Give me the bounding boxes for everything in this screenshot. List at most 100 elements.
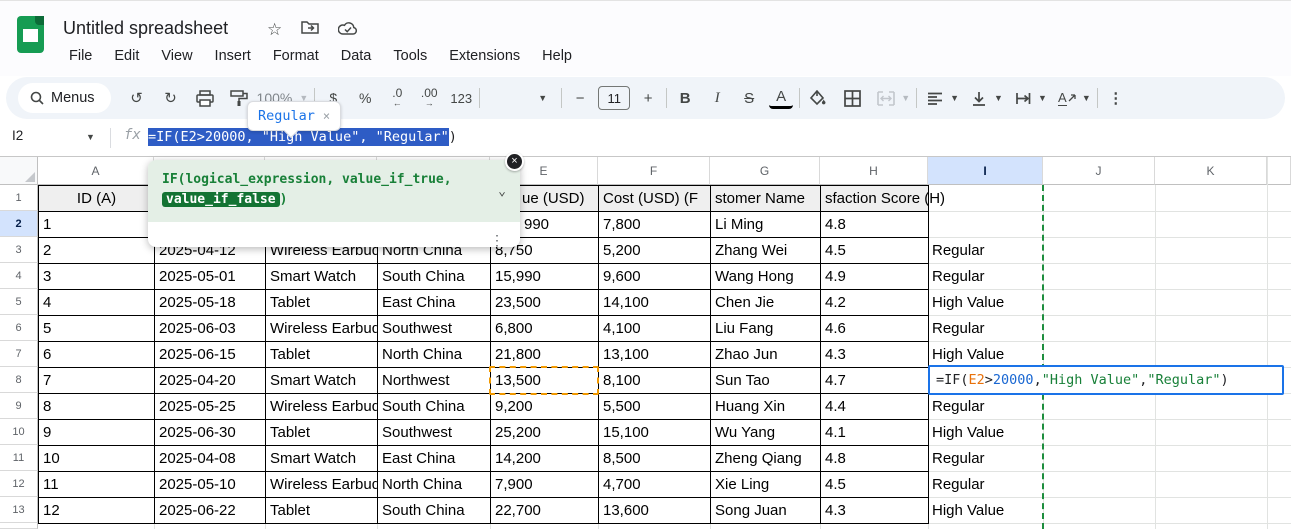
cell-I9[interactable]: Regular [928, 393, 1043, 419]
cell-B4[interactable]: 2025-05-01 [154, 263, 266, 290]
vertical-align-caret-icon[interactable]: ▼ [994, 93, 1003, 103]
strikethrough-button[interactable]: S [737, 85, 761, 111]
cell-C10[interactable]: Tablet [265, 419, 378, 446]
cell-H11[interactable]: 4.8 [820, 445, 929, 472]
column-header-A[interactable]: A [38, 157, 154, 185]
cell-E5[interactable]: 23,500 [490, 289, 599, 316]
cell-C6[interactable]: Wireless Earbuds [265, 315, 378, 342]
menu-insert[interactable]: Insert [204, 45, 262, 71]
token-chip-close-icon[interactable]: × [323, 109, 330, 123]
merge-cells-button[interactable] [874, 85, 898, 111]
cell-D10[interactable]: Southwest [377, 419, 491, 446]
cell-G1[interactable]: stomer Name [710, 185, 821, 212]
cell-A1[interactable]: ID (A) [38, 185, 155, 212]
menu-tools[interactable]: Tools [382, 45, 438, 71]
cell-B11[interactable]: 2025-04-08 [154, 445, 266, 472]
row-header-10[interactable]: 10 [0, 419, 38, 445]
increase-font-size-button[interactable]: + [636, 85, 660, 111]
cell-G7[interactable]: Zhao Jun [710, 341, 821, 368]
chevron-down-icon[interactable]: ⌄ [498, 182, 506, 202]
cell-I12[interactable]: Regular [928, 471, 1043, 497]
cell-H9[interactable]: 4.4 [820, 393, 929, 420]
cell-A3[interactable]: 2 [38, 237, 155, 264]
column-header-F[interactable]: F [598, 157, 710, 185]
cell-H5[interactable]: 4.2 [820, 289, 929, 316]
column-header-H[interactable]: H [820, 157, 928, 185]
cell-I13[interactable]: High Value [928, 497, 1043, 523]
cell-E12[interactable]: 7,900 [490, 471, 599, 498]
menu-file[interactable]: File [58, 45, 103, 71]
cell-I3[interactable]: Regular [928, 237, 1043, 263]
cell-A13[interactable]: 12 [38, 497, 155, 524]
name-box-caret-icon[interactable]: ▼ [86, 132, 95, 142]
menu-view[interactable]: View [150, 45, 203, 71]
cell-G5[interactable]: Chen Jie [710, 289, 821, 316]
fill-color-button[interactable] [806, 85, 830, 111]
sheets-logo-icon[interactable] [17, 16, 44, 53]
row-header-5[interactable]: 5 [0, 289, 38, 315]
cell-F5[interactable]: 14,100 [598, 289, 711, 316]
cell-F10[interactable]: 15,100 [598, 419, 711, 446]
column-header-I[interactable]: I [928, 157, 1043, 185]
redo-button[interactable]: ↻ [159, 85, 183, 111]
cell-A4[interactable]: 3 [38, 263, 155, 290]
column-header-partial[interactable] [1267, 157, 1291, 185]
cell-D4[interactable]: South China [377, 263, 491, 290]
decrease-decimal-button[interactable]: .0← [385, 85, 409, 111]
menu-data[interactable]: Data [330, 45, 383, 71]
cell-H4[interactable]: 4.9 [820, 263, 929, 290]
borders-button[interactable] [840, 85, 864, 111]
cell-B8[interactable]: 2025-04-20 [154, 367, 266, 394]
row-header-3[interactable]: 3 [0, 237, 38, 263]
cell-C12[interactable]: Wireless Earbuds [265, 471, 378, 498]
row-header-12[interactable]: 12 [0, 471, 38, 497]
cell-A11[interactable]: 10 [38, 445, 155, 472]
text-wrap-caret-icon[interactable]: ▼ [1038, 93, 1047, 103]
cell-C8[interactable]: Smart Watch [265, 367, 378, 394]
cell-B12[interactable]: 2025-05-10 [154, 471, 266, 498]
cell-A6[interactable]: 5 [38, 315, 155, 342]
cell-E13[interactable]: 22,700 [490, 497, 599, 524]
menu-extensions[interactable]: Extensions [438, 45, 531, 71]
cell-F12[interactable]: 4,700 [598, 471, 711, 498]
row-header-9[interactable]: 9 [0, 393, 38, 419]
cell-I4[interactable]: Regular [928, 263, 1043, 289]
cell-F6[interactable]: 4,100 [598, 315, 711, 342]
row-header-8[interactable]: 8 [0, 367, 38, 393]
cell-B7[interactable]: 2025-06-15 [154, 341, 266, 368]
font-size-input[interactable]: 11 [598, 86, 630, 110]
star-icon[interactable]: ☆ [267, 20, 282, 40]
cell-F7[interactable]: 13,100 [598, 341, 711, 368]
italic-button[interactable]: I [705, 85, 729, 111]
cell-B5[interactable]: 2025-05-18 [154, 289, 266, 316]
cell-G4[interactable]: Wang Hong [710, 263, 821, 290]
cell-I6[interactable]: Regular [928, 315, 1043, 341]
text-rotation-caret-icon[interactable]: ▼ [1082, 93, 1091, 103]
cell-E9[interactable]: 9,200 [490, 393, 599, 420]
vertical-align-button[interactable] [967, 85, 991, 111]
print-button[interactable] [193, 85, 217, 111]
cell-F2[interactable]: 7,800 [598, 211, 711, 238]
column-header-J[interactable]: J [1043, 157, 1155, 185]
format-percent-button[interactable]: % [353, 85, 377, 111]
horizontal-align-button[interactable] [923, 85, 947, 111]
cell-D8[interactable]: Northwest [377, 367, 491, 394]
increase-decimal-button[interactable]: .00→ [417, 85, 441, 111]
cell-G13[interactable]: Song Juan [710, 497, 821, 524]
cell-H3[interactable]: 4.5 [820, 237, 929, 264]
cell-A10[interactable]: 9 [38, 419, 155, 446]
column-header-G[interactable]: G [710, 157, 820, 185]
cell-D5[interactable]: East China [377, 289, 491, 316]
cell-A2[interactable]: 1 [38, 211, 155, 238]
menu-format[interactable]: Format [262, 45, 330, 71]
document-title[interactable]: Untitled spreadsheet [63, 18, 228, 39]
cell-G10[interactable]: Wu Yang [710, 419, 821, 446]
cell-D12[interactable]: North China [377, 471, 491, 498]
cell-H1[interactable]: sfaction Score (H) [820, 185, 929, 212]
cell-I10[interactable]: High Value [928, 419, 1043, 445]
cell-H10[interactable]: 4.1 [820, 419, 929, 446]
row-header-7[interactable]: 7 [0, 341, 38, 367]
row-header-1[interactable]: 1 [0, 185, 38, 211]
drag-handle-dots-icon[interactable]: ⋮ [490, 237, 504, 244]
merge-cells-caret-icon[interactable]: ▼ [901, 93, 910, 103]
